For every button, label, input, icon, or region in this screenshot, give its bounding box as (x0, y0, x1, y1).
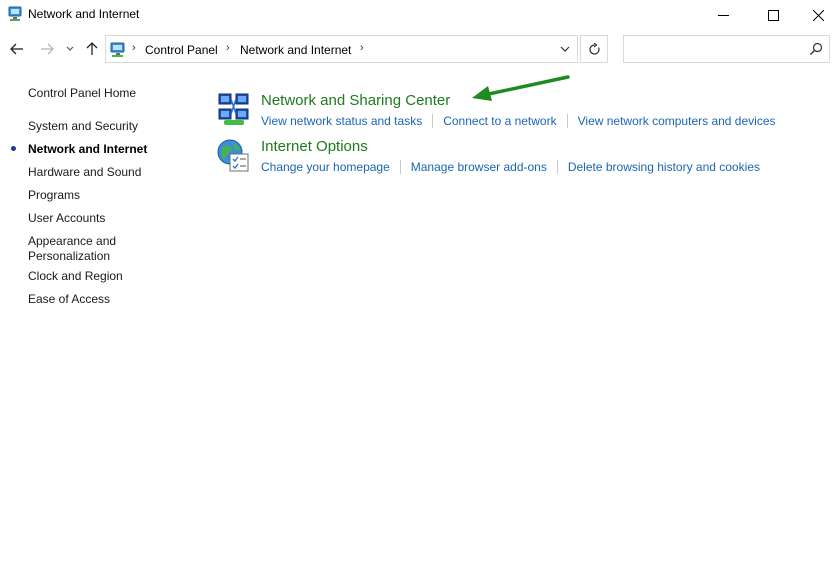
navigation-bar: › Control Panel › Network and Internet › (0, 33, 838, 65)
manage-addons-link[interactable]: Manage browser add-ons (411, 160, 547, 174)
link-divider (432, 114, 434, 128)
breadcrumb-network-internet[interactable]: Network and Internet (240, 43, 351, 57)
up-button[interactable] (82, 38, 102, 60)
view-network-status-link[interactable]: View network status and tasks (261, 114, 422, 128)
annotation-arrow-icon (472, 75, 570, 101)
sidebar-item-ease-of-access[interactable]: Ease of Access (28, 292, 110, 307)
sidebar-item-label: Personalization (28, 249, 111, 263)
address-dropdown-button[interactable] (553, 36, 577, 62)
network-internet-icon (110, 42, 125, 57)
minimize-button[interactable] (700, 0, 746, 30)
network-sharing-task-links: View network status and tasks Connect to… (261, 114, 776, 128)
sidebar-item-label: Appearance and (28, 234, 117, 248)
active-bullet-icon (11, 146, 16, 151)
arrow-up-icon (86, 42, 98, 55)
breadcrumb-control-panel[interactable]: Control Panel (145, 43, 218, 57)
arrow-left-icon (10, 43, 23, 55)
refresh-icon (588, 42, 600, 55)
chevron-down-icon (66, 46, 74, 51)
window-title: Network and Internet (28, 7, 140, 21)
view-network-computers-link[interactable]: View network computers and devices (578, 114, 776, 128)
title-bar: Network and Internet (0, 0, 838, 30)
minimize-icon (717, 14, 729, 16)
breadcrumb-separator-icon[interactable]: › (360, 42, 364, 54)
breadcrumb-separator-icon[interactable]: › (132, 42, 136, 54)
breadcrumb-separator-icon[interactable]: › (226, 42, 230, 54)
back-button[interactable] (6, 38, 28, 60)
link-divider (566, 114, 568, 128)
close-button[interactable] (795, 0, 838, 30)
delete-browsing-history-link[interactable]: Delete browsing history and cookies (568, 160, 760, 174)
link-divider (399, 160, 401, 174)
connect-to-network-link[interactable]: Connect to a network (443, 114, 556, 128)
address-bar[interactable]: › Control Panel › Network and Internet › (105, 35, 578, 63)
maximize-icon (767, 9, 779, 21)
refresh-button[interactable] (580, 35, 608, 63)
sidebar-item-control-panel-home[interactable]: Control Panel Home (28, 86, 136, 101)
change-homepage-link[interactable]: Change your homepage (261, 160, 390, 174)
close-icon (812, 9, 824, 21)
sidebar-item-network-internet: Network and Internet (28, 142, 148, 156)
sidebar-item-clock-region[interactable]: Clock and Region (28, 269, 123, 284)
search-icon[interactable] (809, 42, 823, 56)
link-divider (556, 160, 558, 174)
network-internet-icon (8, 6, 22, 21)
sidebar-item-hardware-sound[interactable]: Hardware and Sound (28, 165, 141, 180)
maximize-button[interactable] (750, 0, 796, 30)
arrow-right-icon (41, 43, 54, 55)
search-box[interactable] (623, 35, 830, 63)
sidebar-item-programs[interactable]: Programs (28, 188, 80, 203)
internet-options-link[interactable]: Internet Options (261, 138, 368, 155)
internet-options-icon (217, 139, 249, 172)
network-sharing-icon (218, 93, 249, 125)
forward-button[interactable] (36, 38, 58, 60)
recent-locations-button[interactable] (63, 38, 77, 60)
sidebar-item-system-security[interactable]: System and Security (28, 119, 138, 134)
internet-options-task-links: Change your homepage Manage browser add-… (261, 160, 760, 174)
chevron-down-icon (560, 46, 570, 52)
search-input[interactable] (628, 40, 798, 58)
network-sharing-center-link[interactable]: Network and Sharing Center (261, 92, 450, 109)
sidebar-item-user-accounts[interactable]: User Accounts (28, 211, 105, 226)
